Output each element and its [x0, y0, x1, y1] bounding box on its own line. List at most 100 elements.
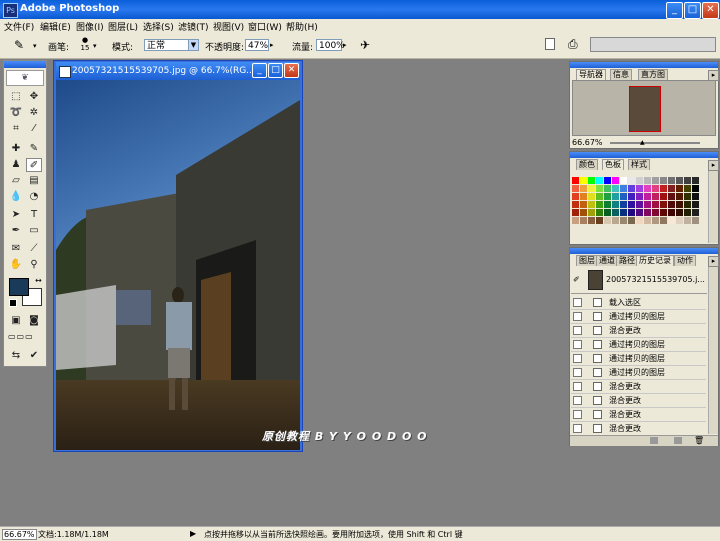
document-minimize-button[interactable]: _ [252, 63, 267, 78]
color-swatch[interactable] [620, 209, 627, 216]
color-swatch[interactable] [644, 217, 651, 224]
menu-window[interactable]: 窗口(W) [248, 20, 282, 33]
color-swatch[interactable] [588, 193, 595, 200]
blur-tool-icon[interactable]: 💧 [8, 190, 24, 204]
mode-select[interactable]: 正常 [144, 39, 190, 51]
color-swatch[interactable] [652, 209, 659, 216]
color-swatch[interactable] [596, 217, 603, 224]
brush-dropdown-icon[interactable]: ▾ [93, 42, 97, 50]
color-swatch[interactable] [572, 177, 579, 184]
color-swatch[interactable] [580, 217, 587, 224]
color-swatch[interactable] [596, 177, 603, 184]
foreground-color-swatch[interactable] [9, 278, 29, 296]
history-brush-tool-button[interactable]: ✐ [26, 158, 42, 172]
history-scrollbar[interactable] [708, 267, 718, 434]
airbrush-icon[interactable]: ✈ [360, 38, 370, 52]
palette-well[interactable] [590, 37, 716, 52]
flow-slider-arrow-icon[interactable]: ▸ [343, 41, 347, 49]
feather-logo-icon[interactable]: ❦ [6, 70, 44, 86]
pen-tool-icon[interactable]: ✒ [8, 224, 24, 238]
history-item[interactable]: 混合更改 [571, 422, 706, 434]
color-swatch[interactable] [684, 193, 691, 200]
new-snapshot-icon[interactable] [674, 437, 682, 444]
history-brush-tool-icon[interactable]: ✎ [14, 38, 32, 52]
status-arrow-icon[interactable]: ▶ [190, 529, 196, 538]
color-swatch[interactable] [652, 177, 659, 184]
menu-image[interactable]: 图像(I) [76, 20, 104, 33]
menu-help[interactable]: 帮助(H) [286, 20, 318, 33]
color-swatch[interactable] [588, 209, 595, 216]
tab-navigator[interactable]: 导航器 [576, 69, 606, 80]
color-swatch[interactable] [580, 177, 587, 184]
minimize-button[interactable]: _ [666, 2, 683, 19]
history-menu-icon[interactable]: ▸ [708, 256, 719, 267]
history-item[interactable]: 通过拷贝的图层 [571, 310, 706, 324]
brush-tool-icon[interactable]: ✎ [26, 142, 42, 156]
color-swatch[interactable] [652, 201, 659, 208]
color-swatch[interactable] [636, 201, 643, 208]
quick-mask-mode-icon[interactable]: ◙ [26, 314, 42, 328]
history-source-checkbox[interactable] [573, 396, 582, 405]
history-source-checkbox[interactable] [573, 424, 582, 433]
color-swatch[interactable] [628, 193, 635, 200]
menu-filter[interactable]: 滤镜(T) [178, 20, 209, 33]
history-source-checkbox[interactable] [573, 382, 582, 391]
color-swatch[interactable] [604, 209, 611, 216]
color-swatch[interactable] [644, 201, 651, 208]
tab-history[interactable]: 历史记录 [636, 255, 674, 266]
navigator-thumbnail[interactable] [629, 86, 661, 132]
color-swatch[interactable] [588, 185, 595, 192]
color-swatch[interactable] [692, 177, 699, 184]
document-title-bar[interactable]: 20057321515539705.jpg @ 66.7%(RG... _ □ … [56, 62, 300, 80]
color-swatch[interactable] [596, 201, 603, 208]
color-swatch[interactable] [652, 185, 659, 192]
swap-colors-icon[interactable]: ↔ [35, 276, 42, 285]
color-swatch[interactable] [668, 209, 675, 216]
type-tool-icon[interactable]: T [26, 208, 42, 222]
color-swatch[interactable] [676, 177, 683, 184]
default-colors-icon[interactable] [9, 299, 17, 307]
color-swatch[interactable] [612, 185, 619, 192]
color-swatch[interactable] [572, 193, 579, 200]
tab-actions[interactable]: 动作 [674, 255, 696, 266]
swatches-menu-icon[interactable]: ▸ [708, 160, 719, 171]
trash-icon[interactable]: 🗑 [694, 436, 704, 445]
palette-well-icon[interactable]: ⎙ [568, 37, 578, 52]
navigator-slider-thumb-icon[interactable]: ▲ [640, 139, 645, 146]
shape-tool-icon[interactable]: ▭ [26, 224, 42, 238]
eyedropper-tool-icon[interactable]: ⟋ [26, 242, 42, 256]
color-swatch[interactable] [612, 201, 619, 208]
menu-file[interactable]: 文件(F) [4, 20, 34, 33]
color-swatch[interactable] [684, 201, 691, 208]
color-swatch[interactable] [676, 185, 683, 192]
color-swatch[interactable] [628, 185, 635, 192]
dodge-tool-icon[interactable]: ◔ [26, 190, 42, 204]
color-swatch[interactable] [644, 193, 651, 200]
magic-wand-tool-icon[interactable]: ✲ [26, 106, 42, 120]
color-swatch[interactable] [620, 193, 627, 200]
tab-channels[interactable]: 通道 [596, 255, 618, 266]
color-swatch[interactable] [620, 177, 627, 184]
color-swatch[interactable] [684, 209, 691, 216]
color-swatch[interactable] [612, 217, 619, 224]
swatches-scrollbar[interactable] [708, 171, 718, 243]
color-swatch[interactable] [620, 201, 627, 208]
color-swatch[interactable] [596, 209, 603, 216]
history-source-checkbox[interactable] [573, 326, 582, 335]
color-swatch[interactable] [588, 201, 595, 208]
history-snapshot[interactable]: ✐ 20057321515539705.j... [571, 267, 707, 294]
standard-mode-icon[interactable]: ▣ [8, 314, 24, 328]
snapshot-brush-source-icon[interactable]: ✐ [573, 275, 580, 284]
color-swatch[interactable] [628, 209, 635, 216]
document-close-button[interactable]: ✕ [284, 63, 299, 78]
color-swatch[interactable] [676, 201, 683, 208]
status-zoom[interactable]: 66.67% [2, 529, 37, 540]
color-swatch[interactable] [652, 193, 659, 200]
color-swatch[interactable] [668, 177, 675, 184]
color-swatch[interactable] [572, 201, 579, 208]
color-swatch[interactable] [580, 185, 587, 192]
marquee-tool-icon[interactable]: ⬚ [8, 90, 24, 104]
color-swatch[interactable] [684, 185, 691, 192]
history-item[interactable]: 通过拷贝的图层 [571, 366, 706, 380]
color-swatch[interactable] [692, 185, 699, 192]
